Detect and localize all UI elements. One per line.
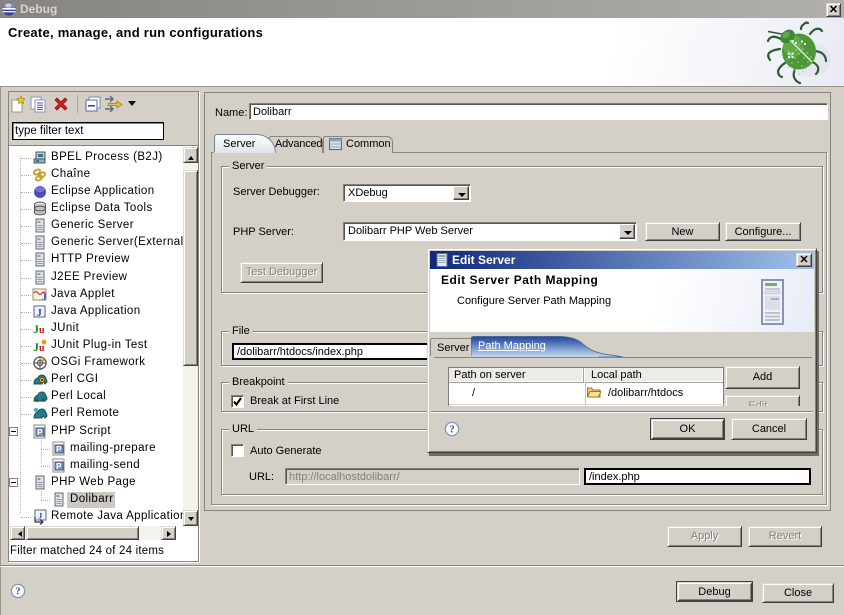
svg-text:u: u [39, 343, 45, 354]
svg-text:?: ? [15, 587, 20, 598]
svg-text:J: J [42, 292, 47, 302]
svg-text:?: ? [449, 425, 454, 436]
svg-text:P: P [56, 462, 62, 471]
svg-text:u: u [39, 325, 45, 336]
svg-text:P: P [56, 445, 62, 454]
svg-text:J: J [37, 308, 42, 319]
